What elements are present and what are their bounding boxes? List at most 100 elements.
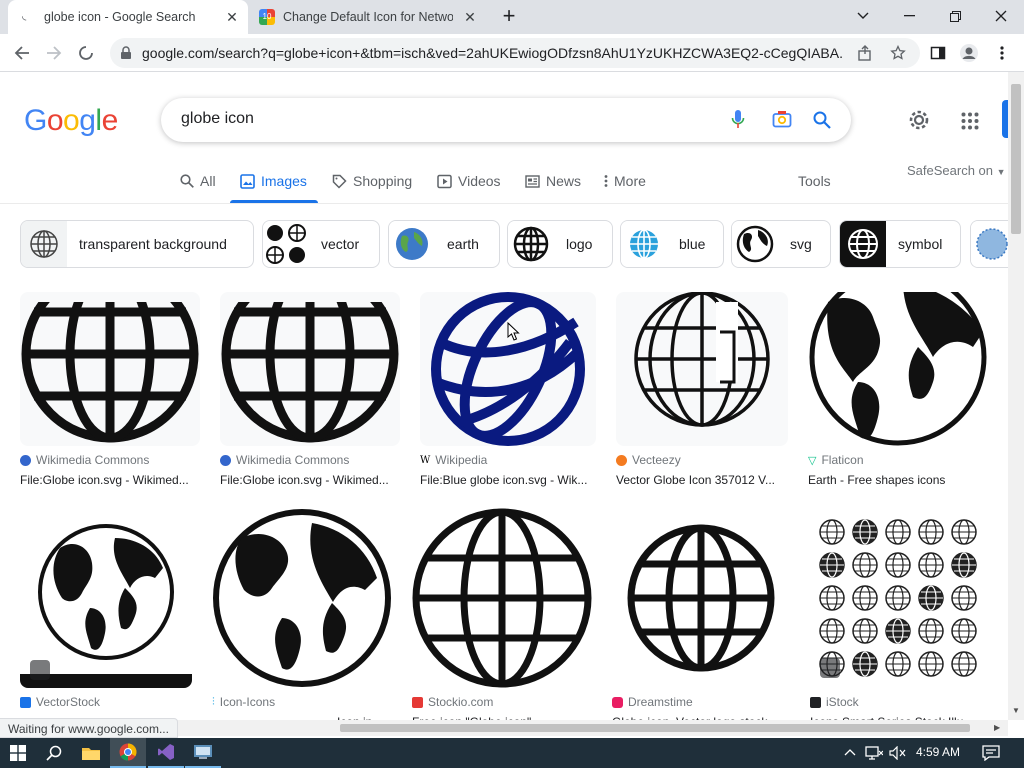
result-title[interactable]: File:Blue globe icon.svg - Wik... [420, 473, 596, 487]
file-explorer-button[interactable] [73, 738, 109, 768]
start-button[interactable] [0, 738, 36, 768]
chevron-up-icon[interactable] [844, 748, 856, 756]
tools-button[interactable]: Tools [798, 173, 831, 189]
result-thumbnail[interactable] [220, 292, 400, 446]
mini-globe-icon [852, 585, 878, 611]
scrollbar-thumb[interactable] [340, 724, 970, 732]
close-tab-icon[interactable]: ✕ [462, 9, 478, 25]
microphone-icon[interactable] [731, 109, 745, 131]
back-button[interactable] [8, 39, 36, 67]
mini-globe-icon [885, 552, 911, 578]
profile-button[interactable] [955, 39, 983, 67]
side-panel-button[interactable] [924, 39, 952, 67]
mini-globe-icon [885, 519, 911, 545]
search-icon[interactable] [813, 111, 831, 129]
tab-all[interactable]: All [180, 166, 216, 196]
mini-globe-icon [819, 585, 845, 611]
camera-icon[interactable] [772, 110, 792, 128]
chip-thumbnail [263, 221, 309, 267]
chip-logo[interactable]: logo [507, 220, 613, 268]
search-box[interactable]: globe icon [161, 98, 851, 142]
result-source[interactable]: ▽ Flaticon [808, 453, 864, 467]
volume-muted-icon[interactable] [889, 746, 907, 760]
taskbar-clock[interactable]: 4:59 AM [916, 745, 960, 759]
chip-svg[interactable]: svg [731, 220, 831, 268]
close-window-button[interactable] [978, 0, 1024, 32]
chrome-icon [119, 743, 137, 761]
result-source[interactable]: Vecteezy [616, 453, 681, 467]
restore-button[interactable] [932, 0, 978, 32]
search-input[interactable]: globe icon [181, 110, 254, 128]
chip-thumbnail [508, 221, 554, 267]
tab-shopping[interactable]: Shopping [332, 166, 412, 196]
address-bar[interactable]: google.com/search?q=globe+icon+&tbm=isch… [110, 38, 920, 68]
tab-network-icon[interactable]: 10 Change Default Icon for Network ✕ [250, 0, 488, 34]
scroll-right-arrow-icon[interactable]: ▶ [994, 723, 1000, 732]
close-tab-icon[interactable]: ✕ [224, 9, 240, 25]
notifications-icon[interactable] [982, 745, 1000, 761]
result-source[interactable]: Stockio.com [412, 695, 493, 709]
new-tab-button[interactable]: + [498, 5, 520, 28]
result-source[interactable]: Wikimedia Commons [220, 453, 349, 467]
play-icon [437, 174, 452, 188]
browser-toolbar: google.com/search?q=globe+icon+&tbm=isch… [0, 34, 1024, 72]
scrollbar-thumb[interactable] [1011, 84, 1021, 234]
restore-icon [949, 10, 961, 22]
windows-logo-icon [10, 745, 26, 761]
scroll-down-arrow-icon[interactable]: ▼ [1012, 706, 1020, 715]
safesearch-dropdown[interactable]: SafeSearch on ▼ [907, 163, 1006, 178]
icon-icons-favicon-icon: ⫶ [212, 695, 215, 708]
result-thumbnail[interactable] [212, 508, 392, 688]
result-thumbnail[interactable] [616, 292, 788, 446]
tag-icon [332, 174, 347, 189]
result-thumbnail[interactable] [808, 292, 988, 446]
result-source[interactable]: ⫶ Icon-Icons [212, 695, 275, 709]
tab-news[interactable]: News [525, 166, 581, 196]
chip-blue[interactable]: blue [620, 220, 724, 268]
star-icon[interactable] [890, 45, 906, 61]
forward-button[interactable] [40, 39, 68, 67]
network-icon[interactable] [865, 745, 883, 761]
visual-studio-button[interactable] [148, 738, 184, 768]
tab-more[interactable]: More [604, 166, 646, 196]
result-source[interactable]: iStock [810, 695, 859, 709]
result-source[interactable]: Wikimedia Commons [20, 453, 149, 467]
result-title[interactable]: File:Globe icon.svg - Wikimed... [20, 473, 200, 487]
tab-title: Change Default Icon for Network [283, 10, 453, 24]
tab-videos[interactable]: Videos [437, 166, 501, 196]
result-title[interactable]: File:Globe icon.svg - Wikimed... [220, 473, 400, 487]
mini-globe-icon [918, 585, 944, 611]
favicon-icon: 10 [259, 9, 275, 25]
settings-gear-icon[interactable] [908, 109, 930, 131]
result-thumbnail[interactable] [420, 292, 596, 446]
minimize-button[interactable] [886, 0, 932, 32]
result-title[interactable]: Vector Globe Icon 357012 V... [616, 473, 788, 487]
result-source[interactable]: W Wikipedia [420, 453, 487, 467]
result-source[interactable]: VectorStock [20, 695, 100, 709]
result-thumbnail[interactable] [412, 508, 592, 688]
result-thumbnail[interactable] [20, 292, 200, 446]
stop-button[interactable] [72, 39, 100, 67]
chrome-taskbar-button[interactable] [110, 738, 146, 768]
google-header: Google globe icon All Images Shopping Vi… [0, 72, 1012, 204]
avatar-icon [960, 44, 978, 62]
chip-vector[interactable]: vector [262, 220, 380, 268]
chrome-menu-button[interactable] [988, 39, 1016, 67]
tab-images[interactable]: Images [240, 166, 307, 196]
vertical-scrollbar[interactable]: ▼ [1008, 72, 1024, 720]
google-logo[interactable]: Google [24, 104, 118, 138]
chip-transparent-background[interactable]: transparent background [20, 220, 254, 268]
result-source[interactable]: Dreamstime [612, 695, 693, 709]
tab-search-button[interactable] [840, 0, 886, 32]
network-app-button[interactable] [185, 738, 221, 768]
taskbar-search-button[interactable] [36, 738, 72, 768]
chip-earth[interactable]: earth [388, 220, 500, 268]
result-thumbnail[interactable] [612, 508, 790, 688]
chip-symbol[interactable]: symbol [839, 220, 961, 268]
chip-partial[interactable] [970, 220, 1008, 268]
result-title[interactable]: Earth - Free shapes icons [808, 473, 988, 487]
tab-google-search[interactable]: ◟ globe icon - Google Search ✕ [8, 0, 248, 34]
apps-grid-icon[interactable] [961, 112, 979, 130]
active-tab-indicator [230, 200, 318, 203]
source-favicon-icon [220, 454, 231, 466]
